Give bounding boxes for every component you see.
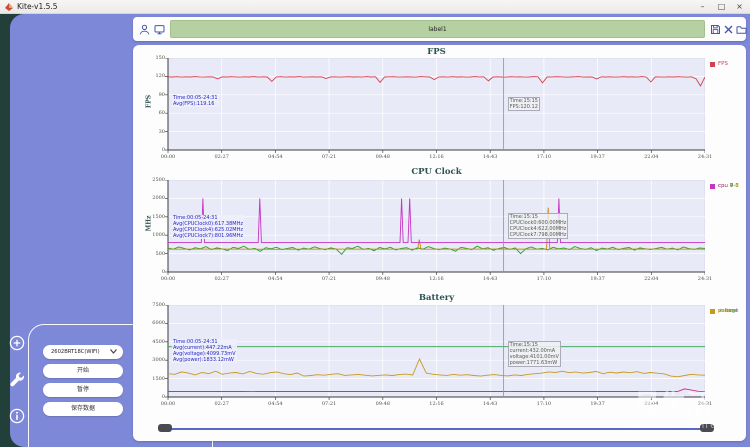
annotation-line: Avg(FPS):119.16 — [173, 101, 218, 107]
minimize-button[interactable]: – — [695, 1, 710, 13]
tooltip-line: power:1771.63mW — [510, 360, 559, 366]
titlebar: Kite-v1.5.5 – □ × — [0, 0, 750, 14]
y-tick-label: 0 — [138, 394, 165, 400]
slider-handle-left[interactable] — [158, 424, 172, 432]
tooltip-fps: Time:15:15FPS:120.12 — [508, 97, 540, 111]
y-tick-label: 90 — [138, 92, 165, 98]
pause-button[interactable]: 暂停 — [43, 383, 123, 397]
y-tick-label: 0 — [138, 269, 165, 275]
legend-swatch — [710, 62, 715, 67]
chart-plot-fps[interactable] — [164, 58, 705, 155]
legend-swatch — [710, 309, 715, 314]
save-icon[interactable] — [710, 24, 721, 35]
chevron-down-icon — [110, 349, 117, 354]
charts-panel: FPSFPS00:0002:2704:5407:2109:4812:1614:4… — [133, 45, 746, 441]
y-tick-label: 0 — [138, 147, 165, 153]
legend-item: cpu 7 — [710, 183, 733, 192]
start-button[interactable]: 开始 — [43, 364, 123, 378]
annotation-cpu: Time:00:05-24:31Avg(CPUClock0):617.38MHz… — [172, 215, 244, 239]
y-tick-label: 1500 — [138, 214, 165, 220]
legend-swatch — [710, 184, 715, 189]
folder-icon[interactable] — [736, 24, 747, 35]
legend-item: power — [710, 308, 735, 317]
y-tick-label: 1500 — [138, 376, 165, 382]
chart-plot-cpu[interactable] — [164, 180, 705, 277]
y-tick-label: 150 — [138, 55, 165, 61]
annotation-line: Avg(CPUClock7):801.96MHz — [173, 233, 243, 239]
close-button[interactable]: × — [732, 1, 747, 13]
app-icon — [4, 2, 14, 12]
y-tick-label: 6000 — [138, 320, 165, 326]
legend-item: FPS — [710, 61, 728, 70]
monitor-icon[interactable] — [154, 24, 165, 35]
info-icon[interactable] — [9, 408, 25, 424]
close-icon[interactable] — [723, 24, 734, 35]
legend-label: cpu 7 — [718, 183, 733, 189]
maximize-button[interactable]: □ — [714, 1, 729, 13]
chart-title-battery: Battery — [168, 293, 705, 303]
session-label[interactable]: label1 — [170, 20, 705, 38]
tooltip-battery: Time:15:15current:432.00mAvoltage:4101.0… — [508, 341, 561, 367]
time-range-slider-track[interactable] — [160, 428, 712, 430]
y-tick-label: 7500 — [138, 302, 165, 308]
legend-label: power — [718, 308, 735, 314]
chart-plot-battery[interactable] — [164, 305, 705, 402]
y-tick-label: 2000 — [138, 195, 165, 201]
tooltip-line: CPUClock7:798.00MHz — [510, 232, 567, 238]
device-select[interactable]: 2602BRT18C(WIFI) — [43, 345, 123, 359]
legend-label: FPS — [718, 61, 728, 67]
y-tick-label: 500 — [138, 251, 165, 257]
annotation-battery: Time:00:05-24:31Avg(current):447.22mAAvg… — [172, 339, 237, 363]
app-window: Kite-v1.5.5 – □ × 2602BRT18C(WIFI) 开始 暂停… — [0, 0, 750, 447]
toolbar: label1 — [133, 17, 746, 41]
y-tick-label: 1000 — [138, 232, 165, 238]
y-tick-label: 3000 — [138, 357, 165, 363]
y-tick-label: 4500 — [138, 339, 165, 345]
chart-title-cpu: CPU Clock — [168, 167, 705, 177]
y-tick-label: 120 — [138, 73, 165, 79]
save-data-button[interactable]: 保存数据 — [43, 402, 123, 416]
user-icon[interactable] — [139, 24, 150, 35]
plus-icon[interactable] — [9, 335, 25, 351]
tooltip-cpu: Time:15:15CPUClock0:600.00MHzCPUClock4:6… — [508, 213, 569, 239]
y-tick-label: 30 — [138, 129, 165, 135]
chart-title-fps: FPS — [168, 47, 705, 57]
tooltip-line: FPS:120.12 — [510, 104, 538, 110]
y-tick-label: 2500 — [138, 177, 165, 183]
wrench-icon[interactable] — [9, 371, 25, 387]
annotation-line: Avg(power):1833.12mW — [173, 357, 236, 363]
window-title: Kite-v1.5.5 — [17, 2, 58, 11]
slider-handle-right[interactable] — [700, 424, 714, 432]
y-tick-label: 60 — [138, 110, 165, 116]
annotation-fps: Time:00:05-24:31Avg(FPS):119.16 — [172, 95, 219, 107]
